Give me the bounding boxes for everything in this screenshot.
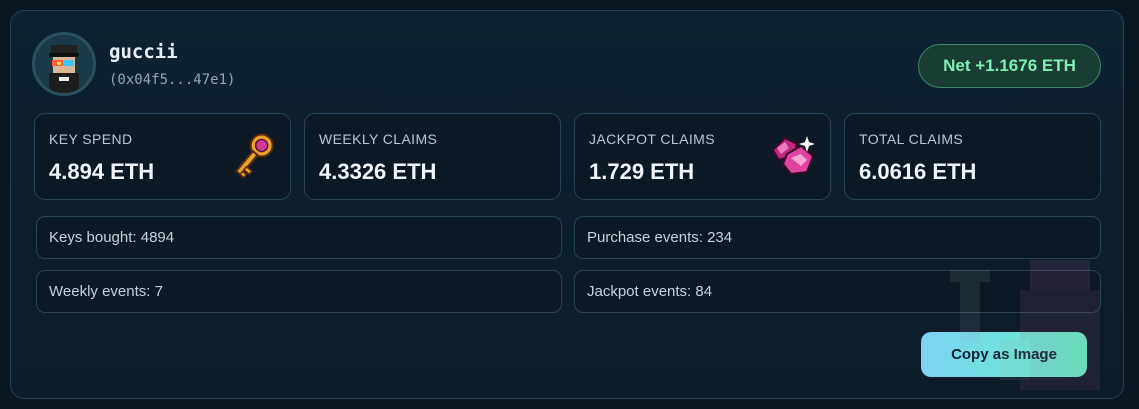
key-icon: [234, 133, 274, 179]
username: guccii: [109, 41, 178, 63]
weekly-events-info: Weekly events: 7: [36, 270, 562, 313]
gem-icon: [771, 136, 815, 176]
stat-total-claims: TOTAL CLAIMS 6.0616 ETH: [844, 113, 1101, 200]
stat-value: 4.894 ETH: [49, 159, 155, 184]
avatar: [32, 32, 96, 96]
stat-label: TOTAL CLAIMS: [859, 131, 964, 147]
stat-weekly-claims: WEEKLY CLAIMS 4.3326 ETH: [304, 113, 561, 200]
keys-bought-info: Keys bought: 4894: [36, 216, 562, 259]
avatar-image: [35, 35, 93, 93]
stat-label: WEEKLY CLAIMS: [319, 131, 438, 147]
stat-value: 6.0616 ETH: [859, 159, 977, 184]
stat-jackpot-claims: JACKPOT CLAIMS 1.729 ETH: [574, 113, 831, 200]
stat-value: 4.3326 ETH: [319, 159, 437, 184]
stat-label: KEY SPEND: [49, 131, 133, 147]
wallet-address: (0x04f5...47e1): [109, 72, 236, 88]
background-decoration: [950, 260, 1100, 390]
stat-value: 1.729 ETH: [589, 159, 695, 184]
stat-label: JACKPOT CLAIMS: [589, 131, 715, 147]
stat-key-spend: KEY SPEND 4.894 ETH: [34, 113, 291, 200]
net-badge: Net +1.1676 ETH: [918, 44, 1101, 88]
